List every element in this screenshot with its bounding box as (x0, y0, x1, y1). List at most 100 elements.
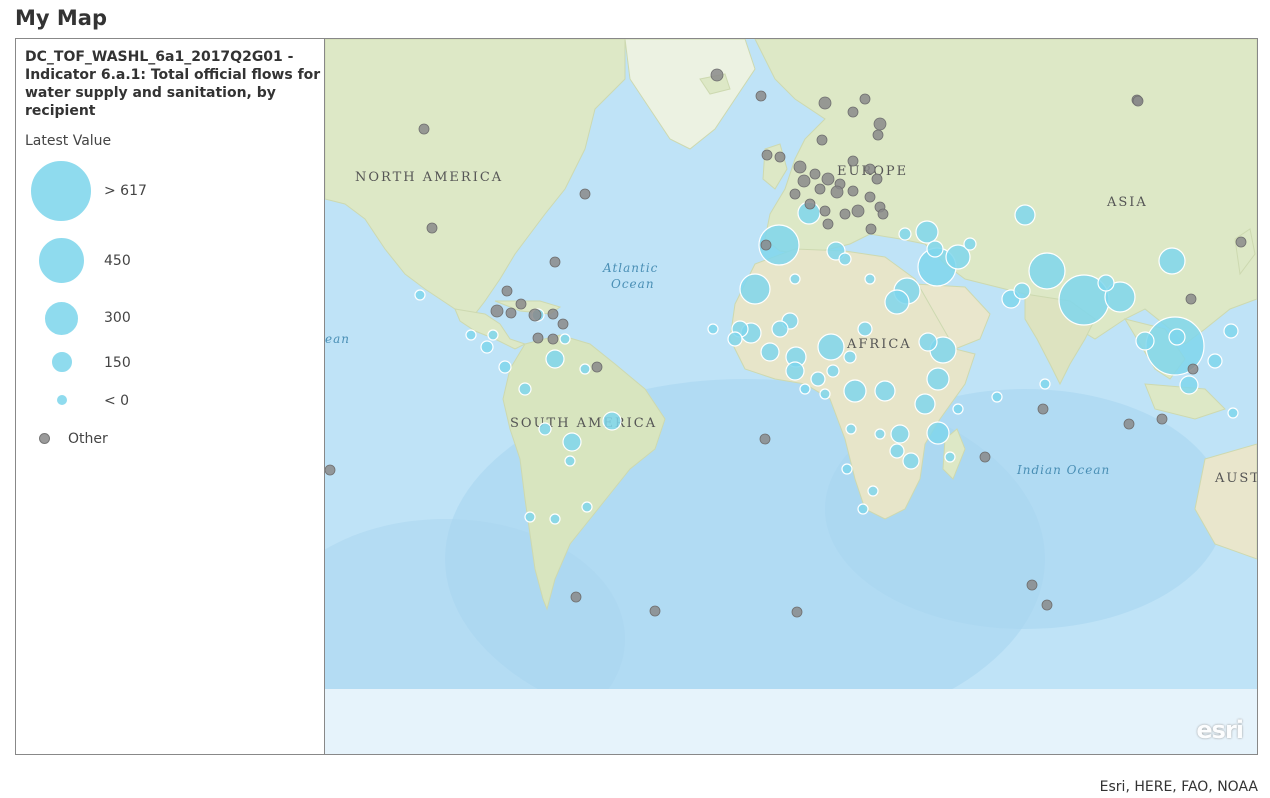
other-symbol[interactable] (759, 433, 771, 445)
value-symbol[interactable] (538, 422, 552, 436)
other-symbol[interactable] (591, 361, 603, 373)
value-symbol[interactable] (890, 424, 910, 444)
value-symbol[interactable] (915, 220, 939, 244)
other-symbol[interactable] (877, 208, 889, 220)
other-symbol[interactable] (755, 90, 767, 102)
other-symbol[interactable] (804, 198, 816, 210)
other-symbol[interactable] (1037, 403, 1049, 415)
other-symbol[interactable] (871, 173, 883, 185)
other-symbol[interactable] (797, 174, 811, 188)
value-symbol[interactable] (789, 273, 801, 285)
value-symbol[interactable] (739, 273, 771, 305)
other-symbol[interactable] (490, 304, 504, 318)
other-symbol[interactable] (847, 185, 859, 197)
value-symbol[interactable] (874, 428, 886, 440)
other-symbol[interactable] (864, 163, 876, 175)
value-symbol[interactable] (760, 342, 780, 362)
other-symbol[interactable] (549, 256, 561, 268)
value-symbol[interactable] (810, 371, 826, 387)
value-symbol[interactable] (727, 331, 743, 347)
value-symbol[interactable] (864, 273, 876, 285)
value-symbol[interactable] (843, 350, 857, 364)
other-symbol[interactable] (791, 606, 803, 618)
other-symbol[interactable] (426, 222, 438, 234)
value-symbol[interactable] (707, 323, 719, 335)
value-symbol[interactable] (559, 333, 571, 345)
other-symbol[interactable] (710, 68, 724, 82)
value-symbol[interactable] (524, 511, 536, 523)
other-symbol[interactable] (839, 208, 851, 220)
value-symbol[interactable] (414, 289, 426, 301)
value-symbol[interactable] (867, 485, 879, 497)
value-symbol[interactable] (562, 432, 582, 452)
other-symbol[interactable] (819, 205, 831, 217)
value-symbol[interactable] (819, 388, 831, 400)
other-symbol[interactable] (515, 298, 527, 310)
other-symbol[interactable] (1235, 236, 1247, 248)
other-symbol[interactable] (1185, 293, 1197, 305)
other-symbol[interactable] (501, 285, 513, 297)
value-symbol[interactable] (1028, 252, 1066, 290)
value-symbol[interactable] (1179, 375, 1199, 395)
value-symbol[interactable] (991, 391, 1003, 403)
value-symbol[interactable] (914, 393, 936, 415)
value-symbol[interactable] (843, 379, 867, 403)
other-symbol[interactable] (814, 183, 826, 195)
value-symbol[interactable] (771, 320, 789, 338)
value-symbol[interactable] (1097, 274, 1115, 292)
value-symbol[interactable] (898, 227, 912, 241)
value-symbol[interactable] (1207, 353, 1223, 369)
value-symbol[interactable] (889, 443, 905, 459)
value-symbol[interactable] (926, 367, 950, 391)
other-symbol[interactable] (816, 134, 828, 146)
value-symbol[interactable] (963, 237, 977, 251)
value-symbol[interactable] (902, 452, 920, 470)
other-symbol[interactable] (809, 168, 821, 180)
value-symbol[interactable] (1013, 282, 1031, 300)
other-symbol[interactable] (1041, 599, 1053, 611)
value-symbol[interactable] (1223, 323, 1239, 339)
value-symbol[interactable] (944, 451, 956, 463)
value-symbol[interactable] (926, 240, 944, 258)
other-symbol[interactable] (761, 149, 773, 161)
other-symbol[interactable] (865, 223, 877, 235)
value-symbol[interactable] (884, 289, 910, 315)
value-symbol[interactable] (817, 333, 845, 361)
value-symbol[interactable] (518, 382, 532, 396)
other-symbol[interactable] (557, 318, 569, 330)
other-symbol[interactable] (830, 185, 844, 199)
other-symbol[interactable] (760, 239, 772, 251)
value-symbol[interactable] (1014, 204, 1036, 226)
other-symbol[interactable] (528, 308, 542, 322)
value-symbol[interactable] (838, 252, 852, 266)
other-symbol[interactable] (547, 333, 559, 345)
other-symbol[interactable] (847, 106, 859, 118)
other-symbol[interactable] (1026, 579, 1038, 591)
value-symbol[interactable] (841, 463, 853, 475)
value-symbol[interactable] (918, 332, 938, 352)
other-symbol[interactable] (325, 464, 336, 476)
value-symbol[interactable] (480, 340, 494, 354)
other-symbol[interactable] (822, 218, 834, 230)
other-symbol[interactable] (418, 123, 430, 135)
other-symbol[interactable] (979, 451, 991, 463)
value-symbol[interactable] (926, 421, 950, 445)
value-symbol[interactable] (545, 349, 565, 369)
map-view[interactable]: NORTH AMERICA SOUTH AMERICA EUROPE ASIA … (325, 39, 1257, 754)
value-symbol[interactable] (826, 364, 840, 378)
value-symbol[interactable] (487, 329, 499, 341)
value-symbol[interactable] (602, 411, 622, 431)
value-symbol[interactable] (1135, 331, 1155, 351)
value-symbol[interactable] (845, 423, 857, 435)
other-symbol[interactable] (864, 191, 876, 203)
other-symbol[interactable] (1123, 418, 1135, 430)
value-symbol[interactable] (1227, 407, 1239, 419)
value-symbol[interactable] (498, 360, 512, 374)
value-symbol[interactable] (857, 503, 869, 515)
value-symbol[interactable] (1158, 247, 1186, 275)
other-symbol[interactable] (774, 151, 786, 163)
other-symbol[interactable] (859, 93, 871, 105)
value-symbol[interactable] (857, 321, 873, 337)
other-symbol[interactable] (1187, 363, 1199, 375)
value-symbol[interactable] (549, 513, 561, 525)
